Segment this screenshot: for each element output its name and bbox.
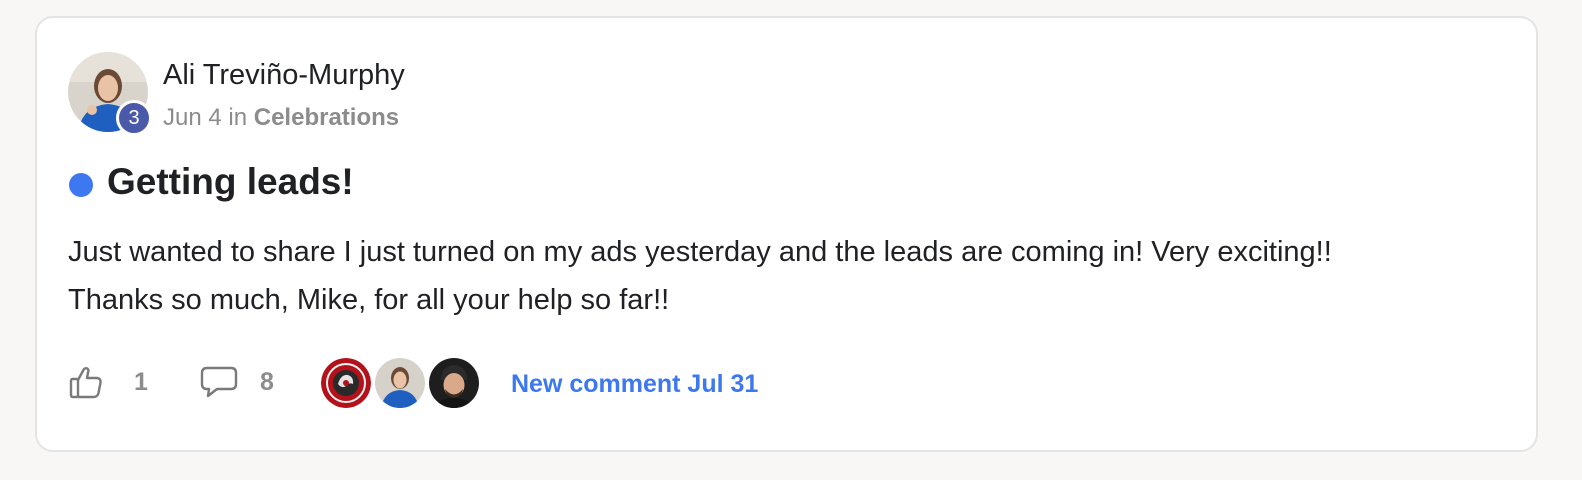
new-comment-link[interactable]: New comment Jul 31: [511, 369, 758, 399]
post-body: Just wanted to share I just turned on my…: [68, 228, 1508, 324]
post-date: Jun 4: [163, 104, 222, 131]
post-meta: Jun 4 in Celebrations: [163, 104, 399, 132]
woman-blue-shirt-avatar[interactable]: [375, 358, 425, 408]
comment-count: 8: [260, 367, 274, 396]
unread-indicator: [69, 173, 93, 197]
thumbs-up-icon: [69, 367, 102, 399]
like-count: 1: [134, 367, 148, 396]
post-title[interactable]: Getting leads!: [107, 160, 354, 204]
category-link[interactable]: Celebrations: [254, 104, 399, 131]
meta-preposition: in: [228, 104, 248, 131]
post-body-line: Thanks so much, Mike, for all your help …: [68, 284, 670, 316]
author-name[interactable]: Ali Treviño-Murphy: [163, 58, 405, 92]
level-badge: 3: [116, 100, 152, 136]
author-avatar[interactable]: 3: [68, 52, 152, 136]
post-card[interactable]: 3 Ali Treviño-Murphy Jun 4 in Celebratio…: [35, 16, 1538, 452]
bald-man-avatar[interactable]: [429, 358, 479, 408]
red-logo-avatar[interactable]: [321, 358, 371, 408]
comment-bubble-icon: [200, 366, 238, 398]
comment-participants[interactable]: [321, 358, 483, 408]
like-button[interactable]: 1: [68, 363, 148, 401]
post-body-line: Just wanted to share I just turned on my…: [68, 236, 1332, 268]
comment-button[interactable]: 8: [200, 363, 274, 401]
